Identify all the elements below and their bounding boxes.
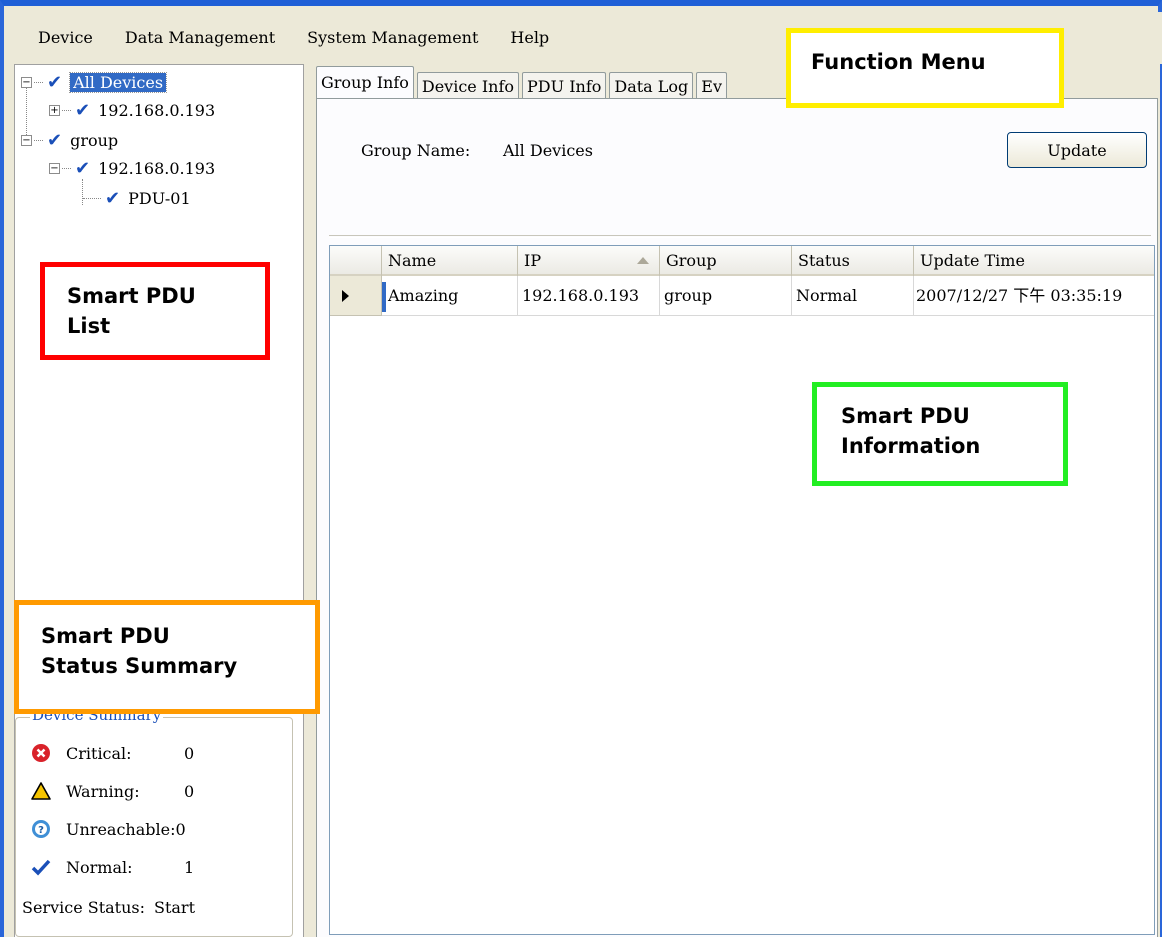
cell-ip: 192.168.0.193	[518, 276, 660, 316]
collapse-icon[interactable]: −	[21, 76, 32, 88]
check-icon: ✔	[75, 157, 91, 179]
cell-name: Amazing	[382, 276, 518, 316]
edit-cursor	[382, 281, 386, 312]
tab-group-info[interactable]: Group Info	[316, 66, 414, 100]
menu-device[interactable]: Device	[38, 28, 93, 47]
device-tree-pane: − ✔ All Devices + ✔ 192.168.0.193 − ✔ gr…	[14, 64, 304, 937]
check-icon: ✔	[47, 129, 63, 151]
tree-node-pdu[interactable]: ✔ PDU-01	[83, 185, 191, 211]
device-summary-box: Device Summary Critical: 0 Warning: 0 ?	[15, 706, 293, 937]
cell-status: Normal	[792, 276, 914, 316]
menu-system-management[interactable]: System Management	[307, 28, 478, 47]
summary-warning: Warning: 0	[30, 780, 194, 802]
question-icon: ?	[30, 818, 52, 840]
tree-node-label: group	[70, 130, 119, 150]
warning-icon	[30, 780, 52, 802]
summary-critical: Critical: 0	[30, 742, 194, 764]
tab-pdu-info[interactable]: PDU Info	[522, 72, 607, 100]
tab-device-info[interactable]: Device Info	[416, 72, 520, 100]
summary-normal: Normal: 1	[30, 856, 194, 878]
tree-node-label: PDU-01	[128, 188, 191, 208]
callout-pdu-information: Smart PDU Information	[812, 382, 1068, 486]
critical-icon	[30, 742, 52, 764]
divider	[329, 235, 1151, 238]
menu-help[interactable]: Help	[510, 28, 549, 47]
collapse-icon[interactable]: −	[49, 162, 60, 174]
group-name-value: All Devices	[503, 141, 593, 160]
menu-data-management[interactable]: Data Management	[125, 28, 275, 47]
callout-pdu-list: Smart PDU List	[40, 262, 270, 360]
app-window: Device Data Management System Management…	[0, 0, 1162, 937]
tree-node-group[interactable]: − ✔ group	[21, 127, 118, 153]
column-header-update-time[interactable]: Update Time	[914, 246, 1154, 276]
current-row-arrow-icon	[342, 290, 349, 302]
tab-data-log[interactable]: Data Log	[609, 72, 694, 100]
column-header-ip[interactable]: IP	[518, 246, 660, 276]
cell-group: group	[660, 276, 792, 316]
callout-status-summary: Smart PDU Status Summary	[14, 600, 320, 714]
svg-text:?: ?	[38, 825, 44, 836]
check-icon: ✔	[105, 187, 121, 209]
cell-update-time: 2007/12/27 下午 03:35:19	[914, 276, 1154, 316]
group-info-panel: Group Name: All Devices Update Name IP G…	[316, 98, 1158, 937]
tree-node-label: 192.168.0.193	[98, 158, 216, 178]
tree-node-label: 192.168.0.193	[98, 100, 216, 120]
expand-icon[interactable]: +	[49, 104, 60, 116]
device-grid: Name IP Group Status Update Time Amazing	[329, 245, 1155, 935]
tab-event[interactable]: Ev	[696, 72, 728, 100]
table-row[interactable]: Amazing 192.168.0.193 group Normal 2007/…	[330, 276, 1154, 316]
tree-node-device[interactable]: + ✔ 192.168.0.193	[49, 97, 215, 123]
summary-service-status: Service Status: Start	[22, 898, 196, 917]
group-name-label: Group Name:	[361, 141, 471, 160]
check-icon: ✔	[75, 99, 91, 121]
check-icon	[30, 856, 52, 878]
grid-corner	[330, 246, 382, 276]
tree-node-label: All Devices	[69, 71, 168, 93]
summary-unreachable: ? Unreachable: 0	[30, 818, 186, 840]
column-header-status[interactable]: Status	[792, 246, 914, 276]
update-button[interactable]: Update	[1007, 132, 1147, 168]
column-header-group[interactable]: Group	[660, 246, 792, 276]
column-header-name[interactable]: Name	[382, 246, 518, 276]
grid-header: Name IP Group Status Update Time	[330, 246, 1154, 276]
tree-node-group-device[interactable]: − ✔ 192.168.0.193	[49, 155, 215, 181]
tree-node-all-devices[interactable]: − ✔ All Devices	[21, 69, 168, 95]
collapse-icon[interactable]: −	[21, 134, 32, 146]
sort-ascending-icon	[637, 257, 649, 264]
callout-function-menu: Function Menu	[786, 28, 1064, 108]
check-icon: ✔	[47, 71, 63, 93]
tab-strip: Group Info Device Info PDU Info Data Log…	[316, 66, 730, 100]
detail-pane: Group Info Device Info PDU Info Data Log…	[314, 64, 1160, 937]
row-selector[interactable]	[330, 276, 382, 316]
